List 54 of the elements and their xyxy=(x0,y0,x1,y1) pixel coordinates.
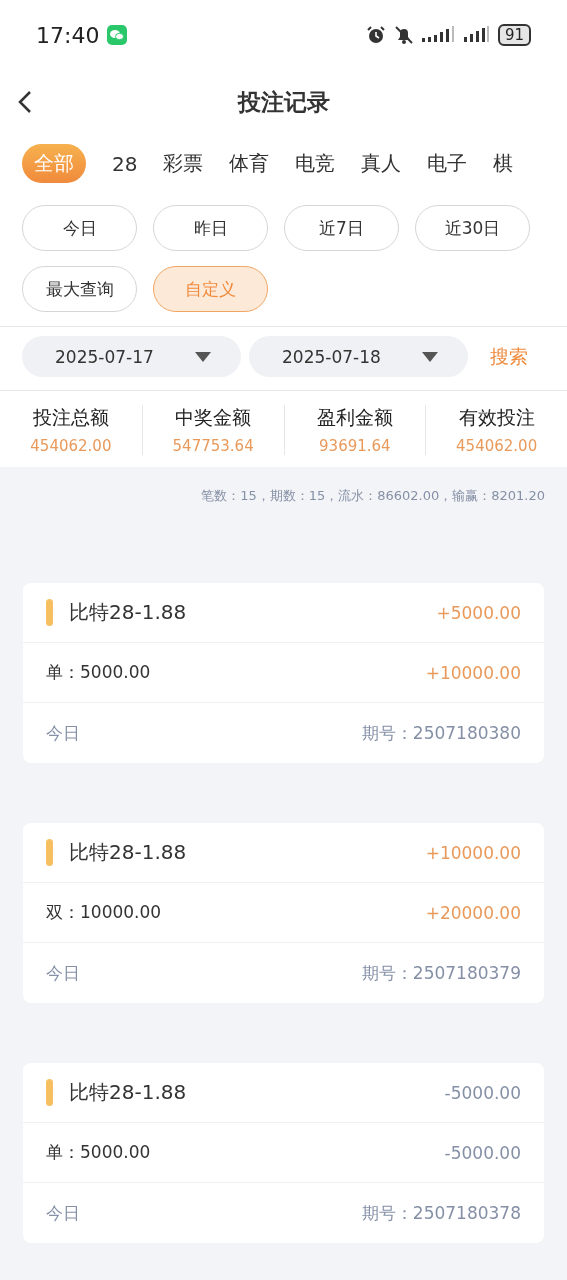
stats-text: 笔数：15，期数：15，流水：86602.00，输赢：8201.20 xyxy=(201,487,545,505)
summary-label: 盈利金额 xyxy=(316,405,393,430)
payout-amount: +20000.00 xyxy=(425,902,521,923)
summary-value: 454062.00 xyxy=(456,437,538,455)
summary-label: 中奖金额 xyxy=(175,405,252,430)
profit-amount: -5000.00 xyxy=(444,1082,521,1103)
alarm-icon xyxy=(365,25,386,45)
game-name: 比特28-1.88 xyxy=(69,839,187,866)
date-range-chip[interactable]: 近30日 xyxy=(415,205,530,251)
profit-amount: +10000.00 xyxy=(425,842,521,863)
summary-value: 454062.00 xyxy=(30,437,112,455)
category-tab[interactable]: 电子 xyxy=(427,144,468,183)
dropdown-triangle-icon xyxy=(195,351,211,362)
status-time: 17:40 xyxy=(36,22,100,48)
battery-level: 91 xyxy=(497,24,531,46)
start-date-picker[interactable]: 2025-07-17 xyxy=(22,336,241,377)
end-date-picker[interactable]: 2025-07-18 xyxy=(249,336,468,377)
issue-number: 期号：2507180378 xyxy=(361,1201,521,1225)
bet-detail: 双：10000.00 xyxy=(46,901,162,924)
date-range-chip[interactable]: 近7日 xyxy=(284,205,399,251)
bell-off-icon xyxy=(393,25,414,45)
bet-detail: 单：5000.00 xyxy=(46,1141,151,1164)
signal-icon xyxy=(463,26,490,44)
date-range-chip[interactable]: 最大查询 xyxy=(22,266,137,312)
summary-label: 投注总额 xyxy=(32,405,109,430)
category-tab[interactable]: 真人 xyxy=(361,144,402,183)
page-title: 投注记录 xyxy=(237,87,330,117)
payout-amount: -5000.00 xyxy=(444,1142,521,1163)
category-tab[interactable]: 28 xyxy=(112,145,138,182)
issue-number: 期号：2507180380 xyxy=(361,721,521,745)
category-tab[interactable]: 彩票 xyxy=(163,144,204,183)
summary-value: 93691.64 xyxy=(319,437,391,455)
date-range-chip[interactable]: 今日 xyxy=(22,205,137,251)
category-tab[interactable]: 体育 xyxy=(229,144,270,183)
dropdown-triangle-icon xyxy=(422,351,438,362)
category-tab[interactable]: 棋 xyxy=(493,144,514,183)
game-name: 比特28-1.88 xyxy=(69,1079,187,1106)
bet-day: 今日 xyxy=(46,721,80,745)
game-name: 比特28-1.88 xyxy=(69,599,187,626)
profit-amount: +5000.00 xyxy=(436,602,521,623)
bet-day: 今日 xyxy=(46,961,80,985)
bet-detail: 单：5000.00 xyxy=(46,661,151,684)
accent-bar xyxy=(46,839,53,866)
summary-value: 547753.64 xyxy=(172,437,254,455)
summary-label: 有效投注 xyxy=(458,405,535,430)
signal-icon xyxy=(421,26,456,44)
payout-amount: +10000.00 xyxy=(425,662,521,683)
accent-bar xyxy=(46,599,53,626)
issue-number: 期号：2507180379 xyxy=(361,961,521,985)
date-range-chip[interactable]: 昨日 xyxy=(153,205,268,251)
bet-day: 今日 xyxy=(46,1201,80,1225)
chat-app-icon xyxy=(107,25,128,45)
category-tab[interactable]: 电竞 xyxy=(295,144,336,183)
accent-bar xyxy=(46,1079,53,1106)
